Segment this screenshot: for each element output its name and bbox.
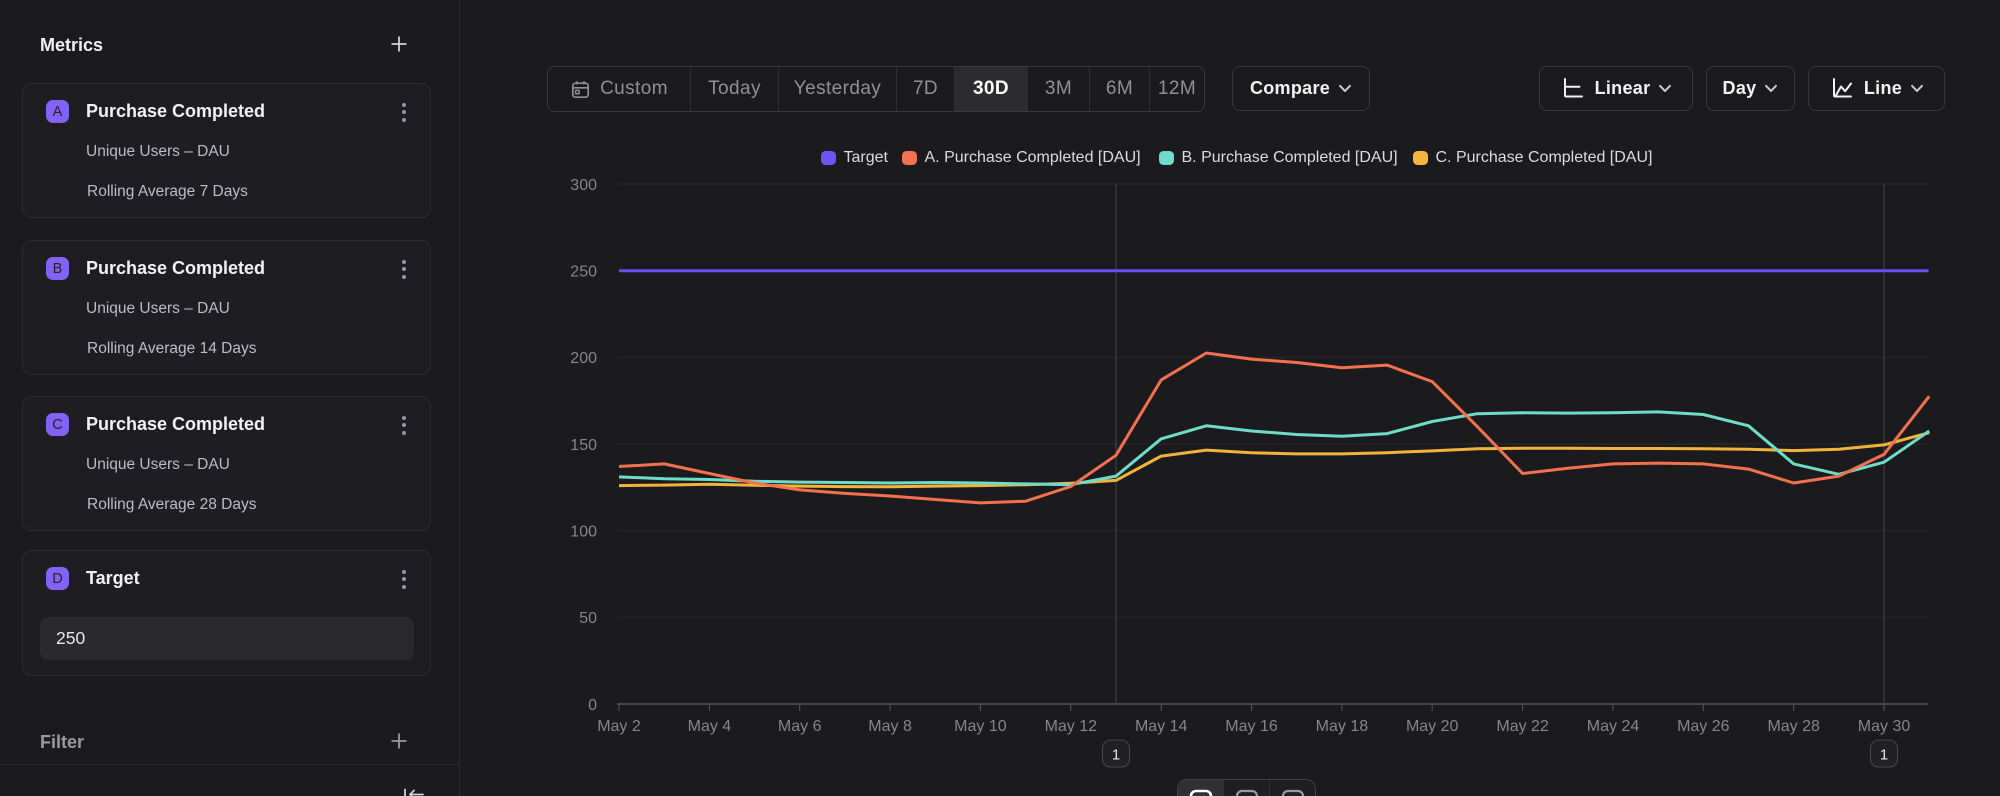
svg-text:May 22: May 22	[1496, 718, 1549, 735]
svg-text:May 20: May 20	[1406, 718, 1459, 735]
svg-text:May 4: May 4	[688, 718, 732, 735]
svg-text:May 10: May 10	[954, 718, 1007, 735]
svg-text:300: 300	[570, 177, 597, 194]
svg-text:May 14: May 14	[1135, 718, 1188, 735]
svg-text:May 8: May 8	[868, 718, 912, 735]
svg-text:May 2: May 2	[597, 718, 641, 735]
svg-text:0: 0	[588, 697, 597, 714]
svg-text:200: 200	[570, 350, 597, 367]
svg-text:May 12: May 12	[1045, 718, 1098, 735]
svg-text:May 24: May 24	[1587, 718, 1640, 735]
svg-text:1: 1	[1880, 747, 1888, 764]
svg-text:100: 100	[570, 524, 597, 541]
svg-text:May 6: May 6	[778, 718, 822, 735]
svg-text:May 26: May 26	[1677, 718, 1730, 735]
svg-text:150: 150	[570, 437, 597, 454]
svg-text:May 16: May 16	[1225, 718, 1278, 735]
svg-text:May 30: May 30	[1858, 718, 1911, 735]
svg-text:50: 50	[579, 610, 597, 627]
svg-text:May 18: May 18	[1316, 718, 1369, 735]
svg-text:250: 250	[570, 264, 597, 281]
svg-text:May 28: May 28	[1767, 718, 1820, 735]
svg-text:1: 1	[1112, 747, 1120, 764]
